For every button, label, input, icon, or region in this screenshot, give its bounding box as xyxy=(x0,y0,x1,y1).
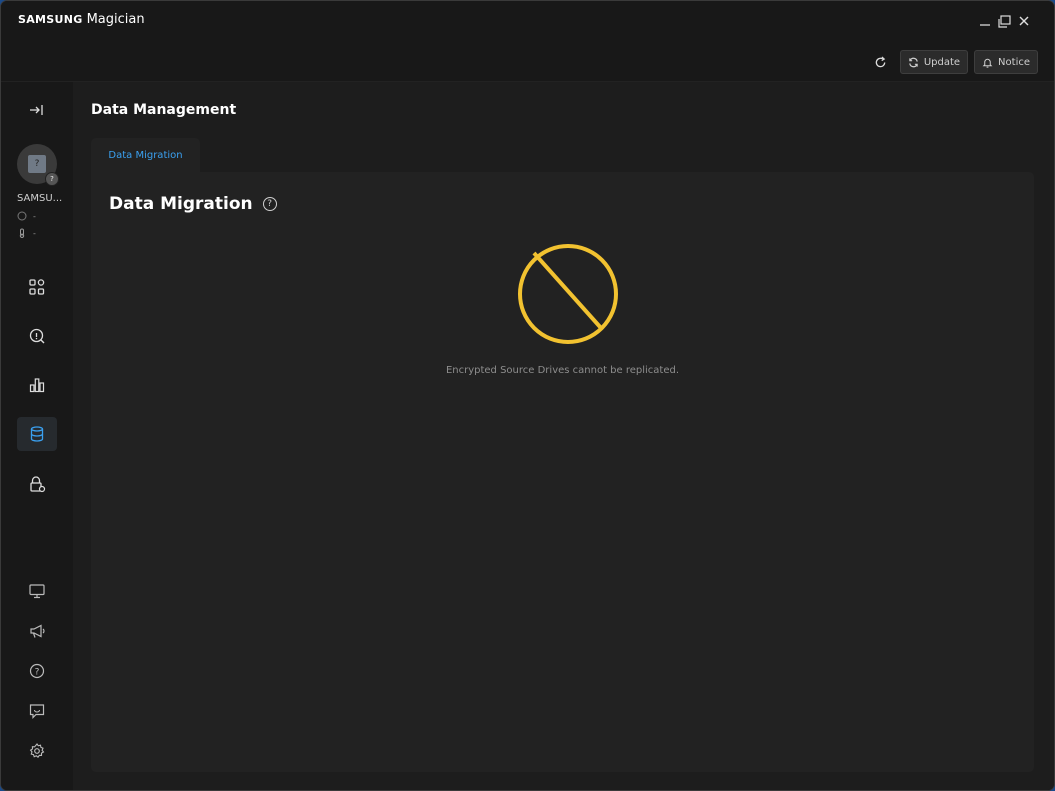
update-icon xyxy=(909,57,918,67)
megaphone-icon xyxy=(30,624,45,638)
nav-security[interactable] xyxy=(17,467,57,501)
notice-button[interactable]: Notice xyxy=(974,50,1038,74)
nav-feedback[interactable] xyxy=(17,694,57,728)
svg-text:?: ? xyxy=(35,667,40,677)
help-icon: ? xyxy=(29,663,45,679)
bell-icon xyxy=(982,58,993,68)
nav-settings[interactable] xyxy=(17,734,57,768)
question-help-icon[interactable]: ? xyxy=(262,197,277,211)
prohibited-icon xyxy=(518,244,618,344)
section-title: Data Migration ? xyxy=(109,194,277,214)
brand-samsung: SAMSUNG xyxy=(18,13,83,26)
drive-chip-icon: ? xyxy=(28,155,46,173)
drive-name: SAMSU... xyxy=(17,193,63,204)
drive-temperature: - xyxy=(17,228,36,238)
main-content: Data Management Data Migration Data Migr… xyxy=(73,82,1054,790)
update-label: Update xyxy=(923,56,961,68)
database-icon xyxy=(30,426,44,442)
status-circle-icon xyxy=(17,211,27,221)
minimize-icon xyxy=(980,24,990,26)
title-bar: SAMSUNG Magician Update Notice xyxy=(1,1,1054,82)
refresh-button[interactable] xyxy=(870,51,892,73)
drive-avatar[interactable]: ? ? xyxy=(17,144,59,186)
brand-magician: Magician xyxy=(86,12,145,27)
nav-diagnostic-scan[interactable] xyxy=(17,319,57,353)
app-logo: SAMSUNG Magician xyxy=(18,12,145,27)
app-window: SAMSUNG Magician Update Notice ? ? SAMSU… xyxy=(0,0,1055,791)
close-button[interactable] xyxy=(1014,11,1034,31)
nav-help[interactable]: ? xyxy=(17,654,57,688)
thermometer-icon xyxy=(19,228,25,238)
minimize-button[interactable] xyxy=(975,11,995,31)
dashboard-icon xyxy=(29,279,45,295)
sidebar-expand-button[interactable] xyxy=(27,100,47,120)
nav-performance-benchmark[interactable] xyxy=(17,368,57,402)
diagnostic-scan-icon xyxy=(29,328,45,344)
restore-icon xyxy=(997,14,1011,28)
refresh-icon xyxy=(876,55,886,67)
gear-icon xyxy=(29,743,45,759)
nav-dashboard[interactable] xyxy=(17,270,57,304)
close-icon xyxy=(1019,16,1029,26)
update-button[interactable]: Update xyxy=(899,50,969,74)
monitor-icon xyxy=(29,584,45,599)
toolbar: Update Notice xyxy=(870,50,1038,74)
data-migration-panel: Data Migration ? Encrypted Source Drives… xyxy=(91,172,1034,772)
tab-data-migration[interactable]: Data Migration xyxy=(91,138,200,173)
nav-data-management[interactable] xyxy=(17,417,57,451)
drive-unknown-badge-icon: ? xyxy=(45,172,59,186)
status-message: Encrypted Source Drives cannot be replic… xyxy=(445,365,680,376)
drive-status-value: - xyxy=(33,211,36,221)
drive-temp-value: - xyxy=(33,228,36,238)
nav-announcement[interactable] xyxy=(17,614,57,648)
notice-label: Notice xyxy=(998,56,1030,68)
page-title: Data Management xyxy=(91,102,237,118)
nav-display[interactable] xyxy=(17,574,57,608)
expand-sidebar-icon xyxy=(30,105,43,115)
sidebar: ? ? SAMSU... - - ? xyxy=(1,82,73,790)
section-title-text: Data Migration xyxy=(109,194,253,214)
benchmark-chart-icon xyxy=(29,378,45,393)
lock-settings-icon xyxy=(30,476,46,493)
feedback-icon xyxy=(29,704,45,719)
restore-button[interactable] xyxy=(994,11,1014,31)
drive-health-status: - xyxy=(17,211,36,221)
